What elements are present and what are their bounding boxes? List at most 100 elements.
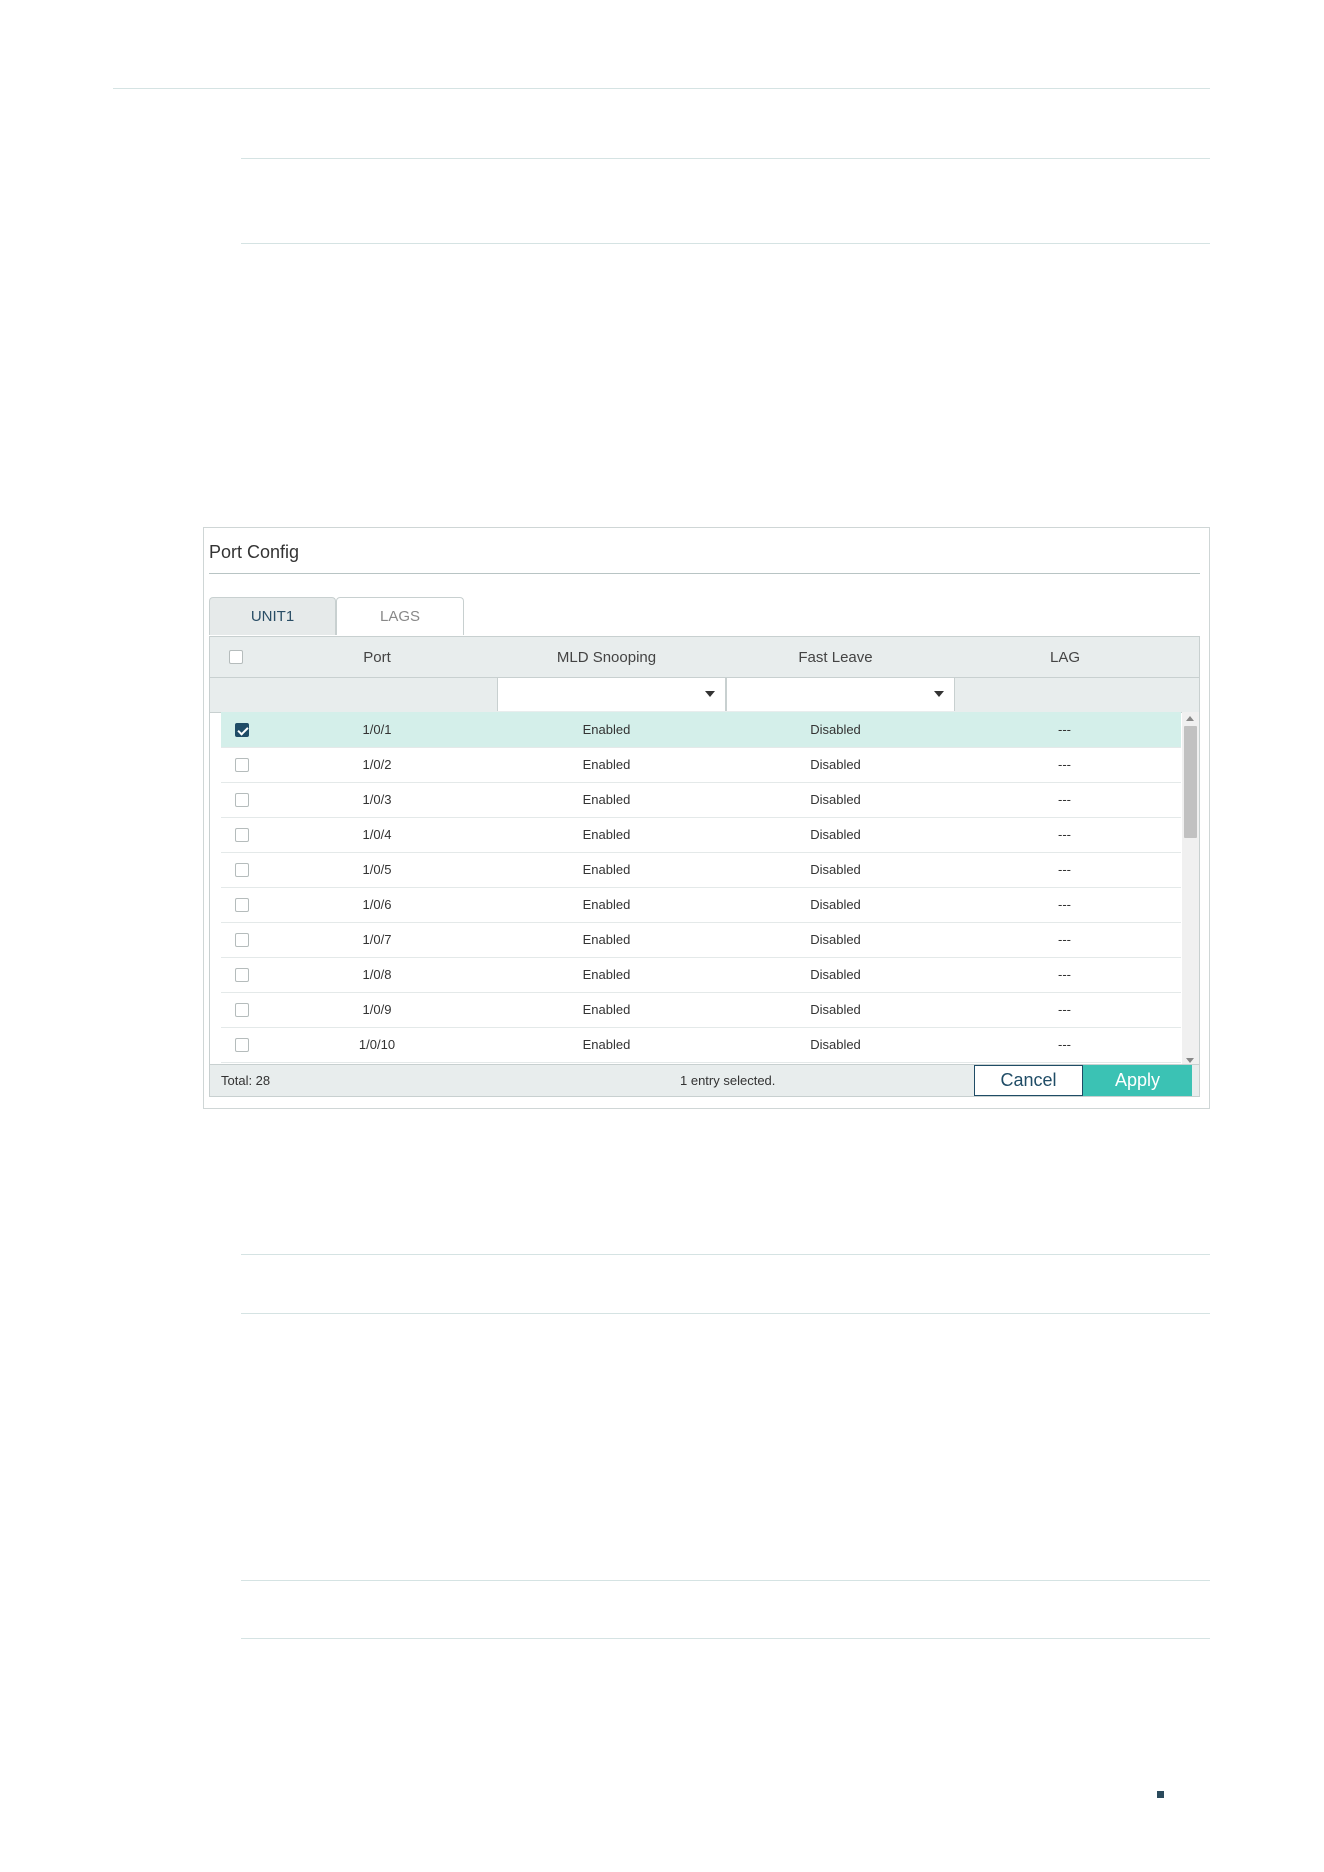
cell-mld: Enabled xyxy=(582,862,631,877)
table-rule xyxy=(241,158,1210,159)
selection-status: 1 entry selected. xyxy=(680,1073,776,1088)
cell-lag: --- xyxy=(1058,897,1071,912)
row-checkbox-cell xyxy=(221,817,262,852)
cell-port: 1/0/10 xyxy=(358,1037,396,1052)
table-row[interactable]: 1/0/2 Enabled Disabled --- xyxy=(221,747,1181,783)
table-footer: Total: 28 1 entry selected. Cancel Apply xyxy=(210,1064,1199,1096)
cancel-button[interactable]: Cancel xyxy=(974,1065,1083,1096)
table-row[interactable]: 1/0/5 Enabled Disabled --- xyxy=(221,852,1181,888)
table-rule xyxy=(241,1313,1210,1314)
table-rule xyxy=(241,1580,1210,1581)
row-checkbox[interactable] xyxy=(234,827,249,842)
cell-fast: Disabled xyxy=(810,1037,861,1052)
table-row[interactable]: 1/0/6 Enabled Disabled --- xyxy=(221,887,1181,923)
row-checkbox[interactable] xyxy=(234,932,249,947)
row-checkbox[interactable] xyxy=(234,897,249,912)
cell-lag: --- xyxy=(1058,932,1071,947)
tab-unit1[interactable]: UNIT1 xyxy=(209,597,336,635)
cell-fast: Disabled xyxy=(810,757,861,772)
table-row[interactable]: 1/0/1 Enabled Disabled --- xyxy=(221,712,1181,748)
row-checkbox-cell xyxy=(221,992,262,1027)
cell-lag: --- xyxy=(1058,1002,1071,1017)
cell-port: 1/0/7 xyxy=(362,932,392,947)
scrollbar-thumb[interactable] xyxy=(1184,726,1197,838)
select-all-cell xyxy=(210,637,262,677)
cell-mld: Enabled xyxy=(582,932,631,947)
total-count: Total: 28 xyxy=(221,1073,271,1088)
row-checkbox-cell xyxy=(221,957,262,992)
port-config-panel: Port Config UNIT1 LAGS Port MLD Snooping… xyxy=(203,527,1210,1109)
cell-lag: --- xyxy=(1058,827,1071,842)
cell-port: 1/0/1 xyxy=(362,722,392,737)
cell-port: 1/0/8 xyxy=(362,967,392,982)
cell-lag: --- xyxy=(1058,967,1071,982)
column-header-port[interactable]: Port xyxy=(262,637,492,677)
cell-port: 1/0/9 xyxy=(362,1002,392,1017)
cell-mld: Enabled xyxy=(582,897,631,912)
cell-fast: Disabled xyxy=(810,967,861,982)
row-checkbox[interactable] xyxy=(234,722,249,737)
table-body: 1/0/1 Enabled Disabled --- 1/0/2 Enabled Disab… xyxy=(221,712,1181,1067)
cell-mld: Enabled xyxy=(582,757,631,772)
page-marker xyxy=(1157,1791,1164,1798)
apply-button[interactable]: Apply xyxy=(1083,1065,1192,1096)
panel-title: Port Config xyxy=(209,542,300,562)
row-checkbox[interactable] xyxy=(234,1037,249,1052)
row-checkbox[interactable] xyxy=(234,862,249,877)
table-scrollbar[interactable] xyxy=(1182,712,1199,1067)
column-header-lag[interactable]: LAG xyxy=(950,637,1180,677)
row-checkbox[interactable] xyxy=(234,1002,249,1017)
table-row[interactable]: 1/0/9 Enabled Disabled --- xyxy=(221,992,1181,1028)
mld-snooping-filter-dropdown[interactable] xyxy=(497,678,726,711)
column-header-mld-snooping[interactable]: MLD Snooping xyxy=(492,637,721,677)
header-rule xyxy=(113,88,1210,89)
chevron-down-icon xyxy=(934,691,944,697)
cell-lag: --- xyxy=(1058,862,1071,877)
cell-port: 1/0/2 xyxy=(362,757,392,772)
table-row[interactable]: 1/0/8 Enabled Disabled --- xyxy=(221,957,1181,993)
cell-lag: --- xyxy=(1058,757,1071,772)
row-checkbox[interactable] xyxy=(234,757,249,772)
cell-port: 1/0/5 xyxy=(362,862,392,877)
table-rule xyxy=(241,1638,1210,1639)
cell-fast: Disabled xyxy=(810,792,861,807)
cell-lag: --- xyxy=(1058,1037,1071,1052)
column-header-fast-leave[interactable]: Fast Leave xyxy=(721,637,950,677)
cell-fast: Disabled xyxy=(810,897,861,912)
table-rule xyxy=(241,1254,1210,1255)
scroll-up-icon[interactable] xyxy=(1186,716,1194,721)
cell-mld: Enabled xyxy=(582,722,631,737)
row-checkbox-cell xyxy=(221,782,262,817)
cell-fast: Disabled xyxy=(810,827,861,842)
cell-mld: Enabled xyxy=(582,1002,631,1017)
scroll-down-icon[interactable] xyxy=(1186,1058,1194,1063)
cell-port: 1/0/6 xyxy=(362,897,392,912)
table-row[interactable]: 1/0/10 Enabled Disabled --- xyxy=(221,1027,1181,1063)
fast-leave-filter-dropdown[interactable] xyxy=(726,678,955,711)
cell-lag: --- xyxy=(1058,722,1071,737)
select-all-checkbox[interactable] xyxy=(229,650,243,664)
tab-lags[interactable]: LAGS xyxy=(336,597,464,635)
port-table: Port MLD Snooping Fast Leave LAG 1/0/1 En… xyxy=(209,636,1200,1097)
row-checkbox-cell xyxy=(221,747,262,782)
row-checkbox-cell xyxy=(221,887,262,922)
table-row[interactable]: 1/0/7 Enabled Disabled --- xyxy=(221,922,1181,958)
row-checkbox-cell xyxy=(221,922,262,957)
cell-mld: Enabled xyxy=(582,967,631,982)
cell-port: 1/0/3 xyxy=(362,792,392,807)
cell-lag: --- xyxy=(1058,792,1071,807)
chevron-down-icon xyxy=(705,691,715,697)
table-row[interactable]: 1/0/4 Enabled Disabled --- xyxy=(221,817,1181,853)
table-row[interactable]: 1/0/3 Enabled Disabled --- xyxy=(221,782,1181,818)
row-checkbox-cell xyxy=(221,852,262,887)
cell-mld: Enabled xyxy=(582,827,631,842)
row-checkbox[interactable] xyxy=(234,967,249,982)
filter-row xyxy=(210,677,1199,713)
cell-fast: Disabled xyxy=(810,1002,861,1017)
row-checkbox[interactable] xyxy=(234,792,249,807)
cell-fast: Disabled xyxy=(810,722,861,737)
table-rule xyxy=(241,243,1210,244)
row-checkbox-cell xyxy=(221,1027,262,1062)
table-header: Port MLD Snooping Fast Leave LAG xyxy=(210,637,1199,677)
cell-mld: Enabled xyxy=(582,792,631,807)
